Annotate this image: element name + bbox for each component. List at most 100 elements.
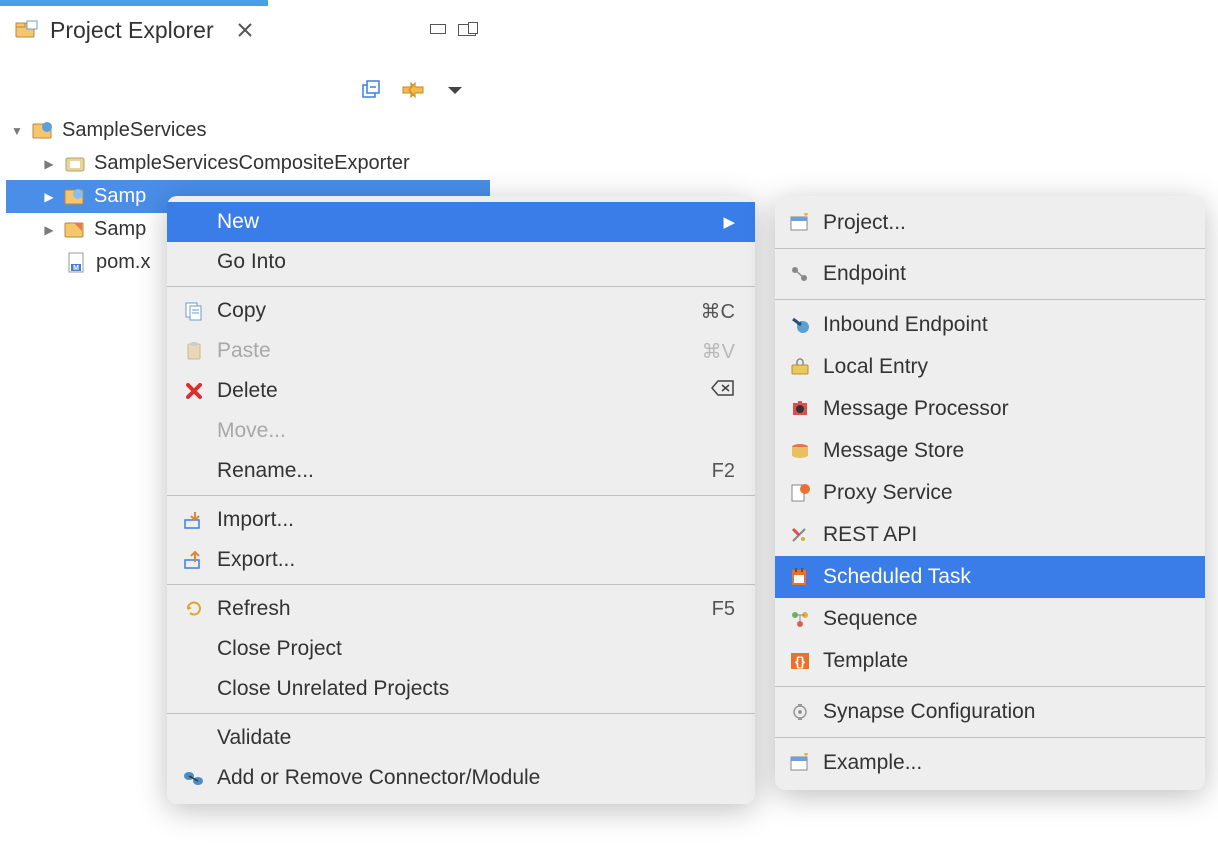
disclosure-closed-icon[interactable]: ▶: [42, 190, 56, 204]
submenu-item-endpoint[interactable]: Endpoint: [775, 253, 1205, 295]
menu-separator: [775, 737, 1205, 738]
maximize-view-icon[interactable]: [458, 24, 476, 36]
submenu-item-example[interactable]: Example...: [775, 742, 1205, 784]
menu-label: Rename...: [217, 459, 700, 483]
menu-item-rename[interactable]: Rename... F2: [167, 451, 755, 491]
menu-label: Export...: [217, 548, 735, 572]
export-icon: [183, 549, 205, 571]
blank-icon: [183, 678, 205, 700]
scheduled-task-icon: [789, 566, 811, 588]
paste-icon: [183, 340, 205, 362]
menu-accelerator: [711, 379, 735, 403]
submenu-item-proxy[interactable]: Proxy Service: [775, 472, 1205, 514]
menu-item-copy[interactable]: Copy ⌘C: [167, 291, 755, 331]
submenu-item-rest-api[interactable]: REST API: [775, 514, 1205, 556]
submenu-arrow-icon: ▶: [723, 213, 735, 231]
inbound-icon: [789, 314, 811, 336]
blank-icon: [183, 211, 205, 233]
menu-label: Project...: [823, 211, 1185, 235]
menu-item-paste: Paste ⌘V: [167, 331, 755, 371]
menu-label: Synapse Configuration: [823, 700, 1185, 724]
tree-label: SampleServices: [62, 119, 207, 142]
menu-label: Delete: [217, 379, 699, 403]
menu-item-move: Move...: [167, 411, 755, 451]
menu-accelerator: ⌘V: [702, 339, 735, 364]
menu-label: Refresh: [217, 597, 700, 621]
menu-label: Import...: [217, 508, 735, 532]
disclosure-closed-icon[interactable]: ▶: [42, 157, 56, 171]
menu-item-new[interactable]: New ▶: [167, 202, 755, 242]
menu-item-add-connector[interactable]: Add or Remove Connector/Module: [167, 758, 755, 798]
synapse-icon: [789, 701, 811, 723]
import-icon: [183, 509, 205, 531]
view-title: Project Explorer: [50, 17, 214, 44]
svg-text:M: M: [73, 265, 79, 272]
msg-store-icon: [789, 440, 811, 462]
tree-item-composite-exporter[interactable]: ▶ SampleServicesCompositeExporter: [6, 147, 492, 180]
blank-icon: [183, 420, 205, 442]
menu-item-close-unrelated[interactable]: Close Unrelated Projects: [167, 669, 755, 709]
submenu-item-inbound[interactable]: Inbound Endpoint: [775, 304, 1205, 346]
menu-item-export[interactable]: Export...: [167, 540, 755, 580]
refresh-icon: [183, 598, 205, 620]
menu-label: Proxy Service: [823, 481, 1185, 505]
msg-processor-icon: [789, 398, 811, 420]
blank-icon: [183, 638, 205, 660]
menu-separator: [775, 686, 1205, 687]
tree-label: pom.x: [96, 251, 150, 274]
minimize-view-icon[interactable]: [430, 24, 446, 34]
sequence-icon: [789, 608, 811, 630]
menu-item-validate[interactable]: Validate: [167, 718, 755, 758]
blank-icon: [183, 727, 205, 749]
menu-item-refresh[interactable]: Refresh F5: [167, 589, 755, 629]
collapse-all-icon[interactable]: [358, 78, 384, 102]
menu-label: Template: [823, 649, 1185, 673]
composite-icon: [62, 152, 88, 176]
menu-separator: [775, 299, 1205, 300]
maven-file-icon: M: [64, 251, 90, 275]
menu-label: Close Unrelated Projects: [217, 677, 735, 701]
menu-separator: [167, 584, 755, 585]
menu-accelerator: F5: [712, 598, 735, 621]
project-icon: [30, 119, 56, 143]
endpoint-icon: [789, 263, 811, 285]
submenu-item-local-entry[interactable]: Local Entry: [775, 346, 1205, 388]
menu-label: REST API: [823, 523, 1185, 547]
submenu-item-msg-store[interactable]: Message Store: [775, 430, 1205, 472]
menu-accelerator: F2: [712, 460, 735, 483]
proxy-icon: [789, 482, 811, 504]
disclosure-open-icon[interactable]: ▼: [10, 124, 24, 138]
submenu-item-template[interactable]: {} Template: [775, 640, 1205, 682]
menu-label: Message Processor: [823, 397, 1185, 421]
blank-icon: [183, 460, 205, 482]
menu-label: Validate: [217, 726, 735, 750]
link-editor-icon[interactable]: [400, 78, 426, 102]
menu-label: Local Entry: [823, 355, 1185, 379]
menu-label: Sequence: [823, 607, 1185, 631]
menu-accelerator: ⌘C: [701, 299, 735, 324]
menu-separator: [167, 495, 755, 496]
menu-item-go-into[interactable]: Go Into: [167, 242, 755, 282]
close-view-icon[interactable]: [232, 18, 258, 42]
submenu-item-project[interactable]: Project...: [775, 202, 1205, 244]
menu-label: New: [217, 210, 711, 234]
disclosure-closed-icon[interactable]: ▶: [42, 223, 56, 237]
menu-separator: [167, 713, 755, 714]
menu-item-import[interactable]: Import...: [167, 500, 755, 540]
view-menu-icon[interactable]: [442, 78, 468, 102]
project-explorer-icon: [14, 18, 40, 42]
menu-label: Example...: [823, 751, 1185, 775]
menu-item-delete[interactable]: Delete: [167, 371, 755, 411]
tree-label: Samp: [94, 218, 146, 241]
menu-label: Paste: [217, 339, 690, 363]
tree-root-sampleservices[interactable]: ▼ SampleServices: [6, 114, 492, 147]
example-icon: [789, 752, 811, 774]
submenu-item-msg-processor[interactable]: Message Processor: [775, 388, 1205, 430]
connector-icon: [183, 767, 205, 789]
menu-item-close-project[interactable]: Close Project: [167, 629, 755, 669]
submenu-item-synapse[interactable]: Synapse Configuration: [775, 691, 1205, 733]
submenu-item-sequence[interactable]: Sequence: [775, 598, 1205, 640]
tree-label: SampleServicesCompositeExporter: [94, 152, 410, 175]
submenu-item-scheduled-task[interactable]: Scheduled Task: [775, 556, 1205, 598]
view-toolbar: [0, 70, 490, 110]
